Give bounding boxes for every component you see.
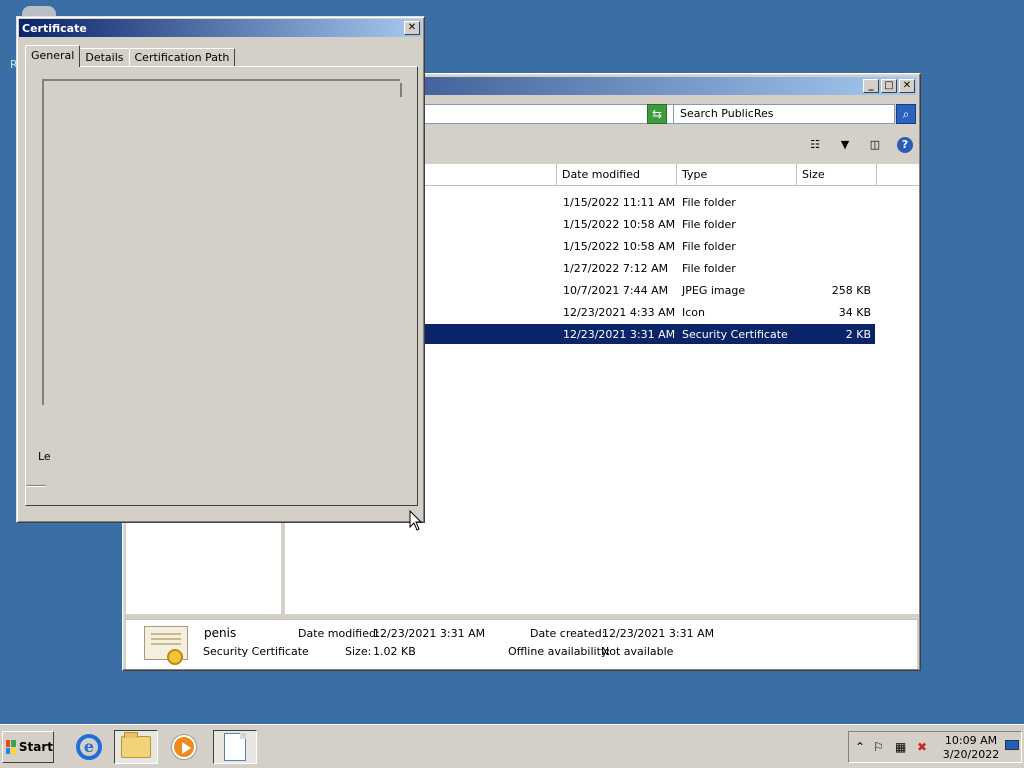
tab-panel-general: Le bbox=[25, 66, 418, 506]
media-player-button[interactable] bbox=[162, 730, 206, 764]
mouse-cursor-icon bbox=[409, 510, 423, 531]
row-type: Security Certificate bbox=[682, 328, 788, 341]
internet-explorer-button[interactable]: e bbox=[67, 730, 111, 764]
action-center-flag-icon[interactable]: ⚐ bbox=[873, 740, 884, 754]
refresh-icon: ⇆ bbox=[651, 107, 663, 121]
start-label: Start bbox=[18, 740, 53, 754]
column-header-size[interactable]: Size bbox=[797, 164, 877, 186]
folder-icon bbox=[121, 732, 151, 758]
divider bbox=[400, 83, 402, 97]
row-date: 1/15/2022 10:58 AM bbox=[563, 240, 676, 253]
clock-date: 3/20/2022 bbox=[942, 748, 1000, 761]
row-size: 34 KB bbox=[838, 306, 871, 319]
row-date: 1/15/2022 10:58 AM bbox=[563, 218, 676, 231]
details-date-modified-label: Date modified: bbox=[298, 627, 380, 640]
windows-explorer-button[interactable] bbox=[114, 730, 158, 764]
truncated-label: Le bbox=[38, 450, 51, 463]
tab-general[interactable]: General bbox=[25, 45, 81, 67]
close-button[interactable]: ✕ bbox=[899, 79, 915, 93]
search-button[interactable]: ⌕ bbox=[896, 104, 916, 124]
column-header-date-modified[interactable]: Date modified bbox=[557, 164, 677, 186]
row-date: 1/15/2022 11:11 AM bbox=[563, 196, 676, 209]
certificate-info-box bbox=[42, 79, 400, 405]
tab-certification-path[interactable]: Certification Path bbox=[128, 48, 236, 67]
view-toolbar: ☷ ▼ ◫ ? bbox=[807, 137, 913, 153]
row-type: File folder bbox=[682, 240, 736, 253]
row-date: 1/27/2022 7:12 AM bbox=[563, 262, 669, 275]
details-size: 1.02 KB bbox=[373, 645, 416, 658]
tab-strip: General Details Certification Path bbox=[25, 45, 236, 67]
network-icon[interactable]: ▦ bbox=[895, 740, 906, 754]
row-type: File folder bbox=[682, 196, 736, 209]
views-icon[interactable]: ☷ bbox=[807, 138, 823, 152]
show-hidden-icons-icon[interactable]: ⌃ bbox=[855, 740, 865, 754]
volume-muted-icon[interactable]: ✖ bbox=[917, 740, 927, 754]
certificate-dialog: Certificate ✕ General Details Certificat… bbox=[16, 16, 425, 523]
details-file-type: Security Certificate bbox=[203, 645, 309, 658]
details-date-created-label: Date created: bbox=[530, 627, 606, 640]
clock[interactable]: 10:09 AM 3/20/2022 bbox=[939, 734, 1003, 762]
help-icon[interactable]: ? bbox=[897, 137, 913, 153]
media-player-icon bbox=[172, 735, 196, 759]
details-date-modified: 12/23/2021 3:31 AM bbox=[373, 627, 486, 640]
row-type: File folder bbox=[682, 262, 736, 275]
internet-explorer-icon: e bbox=[76, 734, 102, 760]
preview-pane-icon[interactable]: ◫ bbox=[867, 138, 883, 152]
row-size: 2 KB bbox=[845, 328, 871, 341]
system-tray: ⌃ ⚐ ▦ ✖ 10:09 AM 3/20/2022 bbox=[848, 731, 1022, 763]
divider bbox=[26, 485, 46, 487]
certificate-icon bbox=[144, 626, 188, 665]
chevron-down-icon[interactable]: ▼ bbox=[837, 138, 853, 152]
taskbar: Start e ⌃ ⚐ ▦ ✖ 10:09 AM 3/20/2022 bbox=[0, 724, 1024, 768]
row-date: 12/23/2021 4:33 AM bbox=[563, 306, 676, 319]
row-type: Icon bbox=[682, 306, 705, 319]
row-date: 10/7/2021 7:44 AM bbox=[563, 284, 669, 297]
search-input[interactable]: Search PublicRes bbox=[673, 104, 895, 124]
certificate-taskbar-button[interactable] bbox=[213, 730, 257, 764]
details-date-created: 12/23/2021 3:31 AM bbox=[602, 627, 715, 640]
certificate-titlebar[interactable]: Certificate ✕ bbox=[19, 19, 422, 37]
column-header-type[interactable]: Type bbox=[677, 164, 797, 186]
refresh-button[interactable]: ⇆ bbox=[647, 104, 667, 124]
windows-logo-icon bbox=[6, 740, 16, 754]
details-file-name: penis bbox=[204, 626, 237, 640]
row-type: File folder bbox=[682, 218, 736, 231]
maximize-button[interactable]: □ bbox=[881, 79, 897, 93]
document-icon bbox=[224, 733, 246, 761]
start-button[interactable]: Start bbox=[2, 731, 54, 763]
row-size: 258 KB bbox=[831, 284, 871, 297]
dialog-title: Certificate bbox=[22, 22, 87, 35]
close-button[interactable]: ✕ bbox=[404, 21, 420, 35]
show-desktop-icon[interactable] bbox=[1005, 740, 1019, 750]
details-size-label: Size: bbox=[345, 645, 372, 658]
row-date: 12/23/2021 3:31 AM bbox=[563, 328, 676, 341]
row-type: JPEG image bbox=[682, 284, 746, 297]
details-offline: Not available bbox=[601, 645, 674, 658]
tab-details[interactable]: Details bbox=[79, 48, 130, 67]
clock-time: 10:09 AM bbox=[944, 734, 998, 747]
details-pane: penis Security Certificate Date modified… bbox=[126, 619, 917, 669]
search-icon: ⌕ bbox=[902, 107, 910, 121]
details-offline-label: Offline availability: bbox=[508, 645, 611, 658]
minimize-button[interactable]: _ bbox=[863, 79, 879, 93]
